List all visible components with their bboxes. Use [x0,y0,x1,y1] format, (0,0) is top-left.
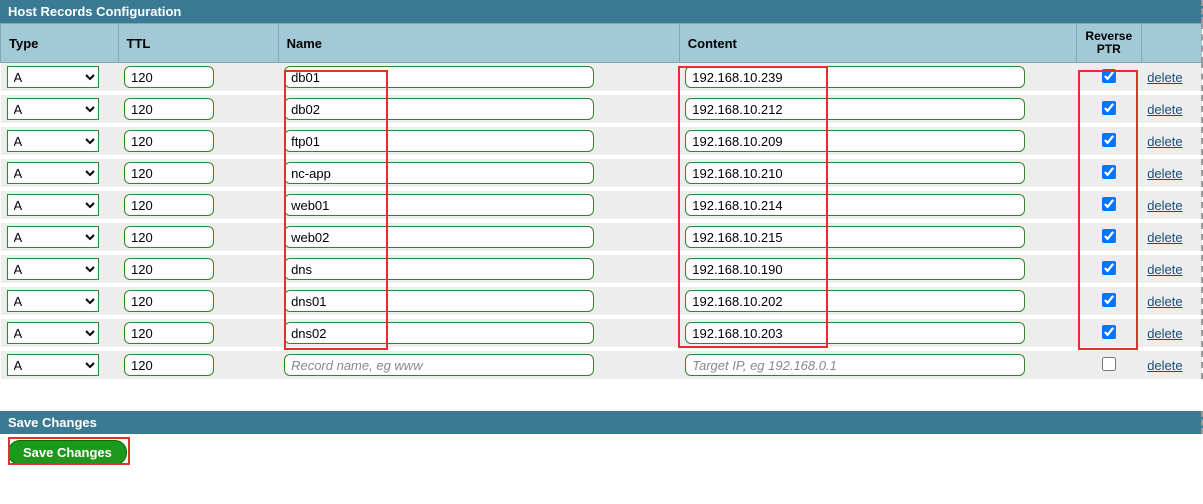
ttl-input[interactable] [124,322,214,344]
delete-link[interactable]: delete [1147,262,1182,277]
reverse-ptr-checkbox[interactable] [1102,165,1116,179]
name-input[interactable] [284,162,594,184]
host-records-table: Type TTL Name Content Reverse PTR Adelet… [0,23,1203,383]
save-changes-button[interactable]: Save Changes [8,440,127,465]
table-row: Adelete [1,93,1203,125]
name-input[interactable] [284,98,594,120]
ttl-input[interactable] [124,162,214,184]
delete-link[interactable]: delete [1147,358,1182,373]
name-input[interactable] [284,194,594,216]
delete-link[interactable]: delete [1147,326,1182,341]
type-select[interactable]: A [7,354,99,376]
reverse-ptr-checkbox[interactable] [1102,133,1116,147]
type-select[interactable]: A [7,194,99,216]
reverse-ptr-checkbox[interactable] [1102,293,1116,307]
ttl-input[interactable] [124,258,214,280]
content-input[interactable] [685,226,1025,248]
content-input[interactable] [685,290,1025,312]
content-input[interactable] [685,130,1025,152]
table-row: Adelete [1,317,1203,349]
type-select[interactable]: A [7,258,99,280]
ttl-input[interactable] [124,354,214,376]
col-header-type: Type [1,24,119,63]
reverse-ptr-checkbox[interactable] [1102,229,1116,243]
col-header-content: Content [679,24,1076,63]
type-select[interactable]: A [7,66,99,88]
name-input[interactable] [284,66,594,88]
name-input[interactable] [284,226,594,248]
content-input[interactable] [685,98,1025,120]
type-select[interactable]: A [7,98,99,120]
table-row: Adelete [1,189,1203,221]
reverse-ptr-checkbox[interactable] [1102,357,1116,371]
table-row: Adelete [1,157,1203,189]
ttl-input[interactable] [124,66,214,88]
content-input[interactable] [685,258,1025,280]
reverse-ptr-checkbox[interactable] [1102,325,1116,339]
table-row: Adelete [1,125,1203,157]
delete-link[interactable]: delete [1147,166,1182,181]
content-input[interactable] [685,66,1025,88]
name-input[interactable] [284,130,594,152]
col-header-ttl: TTL [118,24,278,63]
name-input[interactable] [284,290,594,312]
save-section-title: Save Changes [0,411,1203,434]
content-input[interactable] [685,322,1025,344]
type-select[interactable]: A [7,162,99,184]
ttl-input[interactable] [124,226,214,248]
col-header-name: Name [278,24,679,63]
table-row: Adelete [1,63,1203,94]
ttl-input[interactable] [124,290,214,312]
name-input[interactable] [284,322,594,344]
type-select[interactable]: A [7,226,99,248]
reverse-ptr-checkbox[interactable] [1102,197,1116,211]
col-header-delete [1141,24,1202,63]
reverse-ptr-checkbox[interactable] [1102,69,1116,83]
type-select[interactable]: A [7,322,99,344]
reverse-ptr-checkbox[interactable] [1102,261,1116,275]
reverse-ptr-checkbox[interactable] [1102,101,1116,115]
panel-title: Host Records Configuration [0,0,1203,23]
delete-link[interactable]: delete [1147,70,1182,85]
delete-link[interactable]: delete [1147,294,1182,309]
ttl-input[interactable] [124,98,214,120]
ttl-input[interactable] [124,130,214,152]
ttl-input[interactable] [124,194,214,216]
content-input[interactable] [685,162,1025,184]
delete-link[interactable]: delete [1147,230,1182,245]
name-input[interactable] [284,258,594,280]
delete-link[interactable]: delete [1147,134,1182,149]
type-select[interactable]: A [7,130,99,152]
col-header-reverse: Reverse PTR [1076,24,1141,63]
table-row: Adelete [1,253,1203,285]
content-input[interactable] [685,194,1025,216]
table-row: Adelete [1,221,1203,253]
table-row-new: Adelete [1,349,1203,381]
table-row: Adelete [1,285,1203,317]
delete-link[interactable]: delete [1147,102,1182,117]
content-input[interactable] [685,354,1025,376]
type-select[interactable]: A [7,290,99,312]
name-input[interactable] [284,354,594,376]
delete-link[interactable]: delete [1147,198,1182,213]
